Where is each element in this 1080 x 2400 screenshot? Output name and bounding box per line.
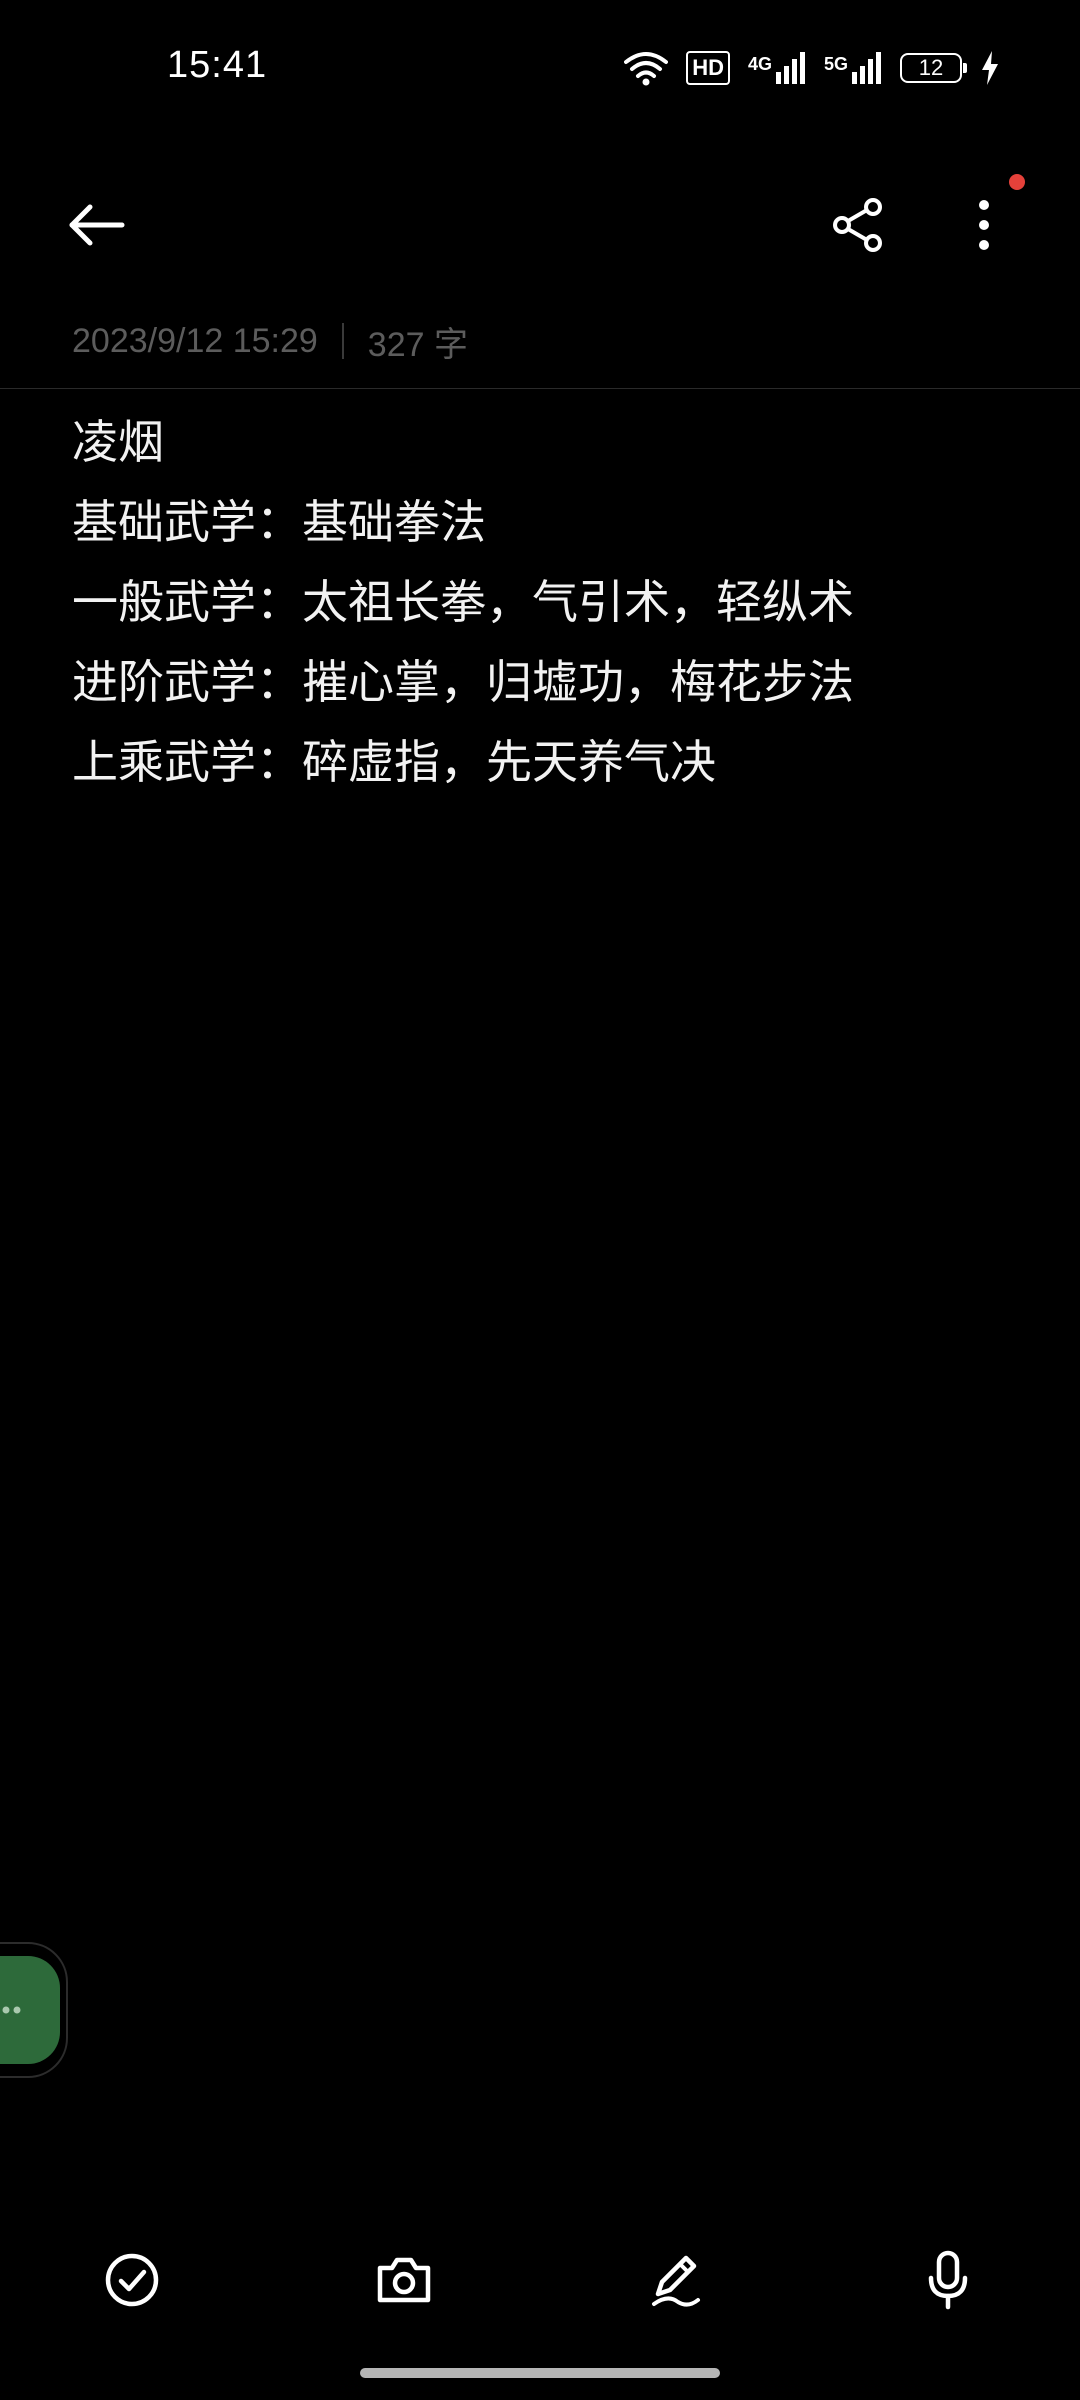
network-type-1: 4G bbox=[747, 54, 772, 74]
back-arrow-icon bbox=[69, 204, 125, 246]
handwriting-button[interactable] bbox=[636, 2240, 716, 2320]
network-type-2: 5G bbox=[823, 54, 848, 74]
wifi-icon bbox=[624, 50, 669, 86]
charging-icon bbox=[980, 51, 1000, 85]
notification-dot bbox=[1009, 174, 1025, 190]
note-content[interactable]: 凌烟 基础武学：基础拳法 一般武学：太祖长拳，气引术，轻纵术 进阶武学：摧心掌，… bbox=[72, 402, 1012, 802]
status-icons: HD 4G 5G 12 bbox=[624, 46, 1000, 90]
ellipsis-icon bbox=[2, 2006, 21, 2014]
bottom-toolbar bbox=[0, 2220, 1080, 2340]
share-icon bbox=[833, 198, 882, 252]
signal-bars-icon bbox=[852, 52, 881, 84]
more-options-button[interactable] bbox=[944, 185, 1024, 265]
note-line[interactable]: 基础武学：基础拳法 bbox=[72, 482, 1012, 562]
note-date: 2023/9/12 15:29 bbox=[72, 321, 318, 360]
pen-icon bbox=[652, 2255, 700, 2307]
floating-bubble[interactable] bbox=[0, 1942, 68, 2078]
note-line[interactable]: 凌烟 bbox=[72, 402, 1012, 482]
meta-divider bbox=[341, 323, 344, 359]
voice-button[interactable] bbox=[908, 2240, 988, 2320]
microphone-icon bbox=[928, 2250, 968, 2310]
more-vertical-icon bbox=[979, 200, 989, 250]
note-line[interactable]: 上乘武学：碎虚指，先天养气决 bbox=[72, 722, 1012, 802]
floating-bubble-body[interactable] bbox=[0, 1956, 60, 2064]
cellular-signal-1: 4G bbox=[748, 52, 806, 84]
checklist-button[interactable] bbox=[92, 2240, 172, 2320]
status-bar: 15:41 HD 4G 5G 12 bbox=[0, 0, 1080, 140]
back-button[interactable] bbox=[56, 185, 136, 265]
battery-level: 12 bbox=[918, 55, 944, 80]
note-meta: 2023/9/12 15:29 327 字 bbox=[72, 316, 468, 366]
note-line[interactable]: 一般武学：太祖长拳，气引术，轻纵术 bbox=[72, 562, 1012, 642]
share-button[interactable] bbox=[818, 185, 898, 265]
battery-icon: 12 bbox=[900, 53, 967, 83]
cellular-signal-2: 5G bbox=[824, 52, 882, 84]
note-line[interactable]: 进阶武学：摧心掌，归墟功，梅花步法 bbox=[72, 642, 1012, 722]
note-toolbar bbox=[0, 160, 1080, 270]
status-time: 15:41 bbox=[167, 44, 268, 86]
home-indicator[interactable] bbox=[360, 2368, 720, 2378]
word-count: 327 字 bbox=[367, 325, 468, 364]
header-divider bbox=[0, 388, 1080, 389]
signal-bars-icon bbox=[775, 52, 805, 84]
hd-badge: HD bbox=[686, 51, 730, 85]
camera-icon bbox=[377, 2257, 431, 2303]
camera-button[interactable] bbox=[364, 2240, 444, 2320]
checklist-icon bbox=[105, 2253, 159, 2307]
